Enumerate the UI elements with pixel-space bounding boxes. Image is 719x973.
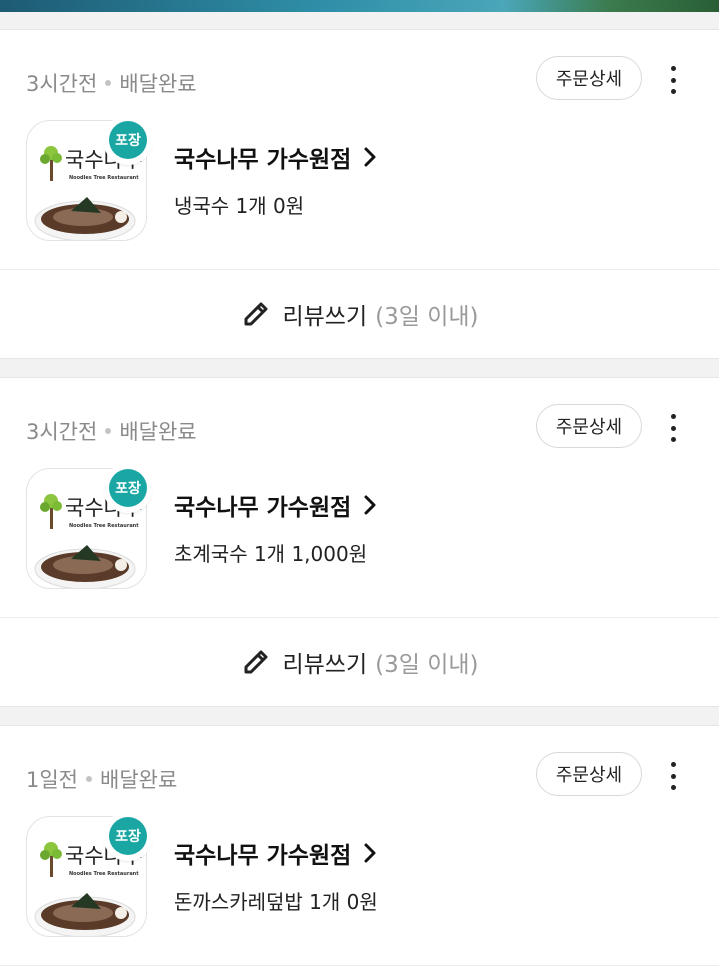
order-meta: 3시간전 배달완료 [26,416,197,446]
order-items: 초계국수 1개 1,000원 [174,542,368,566]
separator-dot [86,776,93,782]
more-options-icon[interactable] [662,762,684,790]
more-options-icon[interactable] [662,414,684,442]
separator-dot [105,428,112,434]
review-deadline: (3일 이내) [375,652,479,678]
order-items: 냉국수 1개 0원 [174,194,305,218]
order-card: 3시간전 배달완료 주문상세 국수나무 Noodles Tree Restaur… [0,377,719,707]
store-name: 국수나무 가수원점 [174,495,352,521]
chevron-right-icon [364,147,376,167]
pencil-icon [244,302,268,326]
write-review-button[interactable]: 리뷰쓰기 (3일 이내) [0,618,719,706]
order-items: 돈까스카레덮밥 1개 0원 [174,890,378,914]
noodle-bowl-image [34,197,136,240]
more-options-icon[interactable] [662,66,684,94]
takeout-badge: 포장 [105,117,151,163]
noodle-bowl-image [34,545,136,588]
order-card: 3시간전 배달완료 주문상세 국수나무 Noodles Tree Restaur… [0,29,719,359]
order-time: 3시간전 [26,72,98,96]
order-status: 배달완료 [100,768,178,792]
store-link[interactable]: 국수나무 가수원점 [174,836,377,870]
store-link[interactable]: 국수나무 가수원점 [174,488,377,522]
order-time: 1일전 [26,768,79,792]
review-deadline: (3일 이내) [375,304,479,330]
logo-subtext: Noodles Tree Restaurant [69,871,139,877]
order-card: 1일전 배달완료 주문상세 국수나무 Noodles Tree Restaura… [0,725,719,973]
noodle-bowl-image [34,893,136,936]
review-label: 리뷰쓰기 [282,652,368,678]
takeout-badge: 포장 [105,465,151,511]
logo-subtext: Noodles Tree Restaurant [69,175,139,181]
divider [0,965,719,966]
order-status: 배달완료 [119,420,197,444]
review-label: 리뷰쓰기 [282,304,368,330]
order-detail-button[interactable]: 주문상세 [536,404,642,448]
chevron-right-icon [364,843,376,863]
separator-dot [105,80,112,86]
pencil-icon [244,650,268,674]
order-time: 3시간전 [26,420,98,444]
order-meta: 1일전 배달완료 [26,764,177,794]
store-name: 국수나무 가수원점 [174,147,352,173]
order-meta: 3시간전 배달완료 [26,68,197,98]
takeout-badge: 포장 [105,813,151,859]
top-banner-image [0,0,719,12]
logo-subtext: Noodles Tree Restaurant [69,523,139,529]
tree-logo-icon [40,494,62,529]
write-review-button[interactable]: 리뷰쓰기 (3일 이내) [0,270,719,358]
chevron-right-icon [364,495,376,515]
tree-logo-icon [40,842,62,877]
order-detail-button[interactable]: 주문상세 [536,56,642,100]
order-status: 배달완료 [119,72,197,96]
store-link[interactable]: 국수나무 가수원점 [174,140,377,174]
tree-logo-icon [40,146,62,181]
order-detail-button[interactable]: 주문상세 [536,752,642,796]
store-name: 국수나무 가수원점 [174,843,352,869]
